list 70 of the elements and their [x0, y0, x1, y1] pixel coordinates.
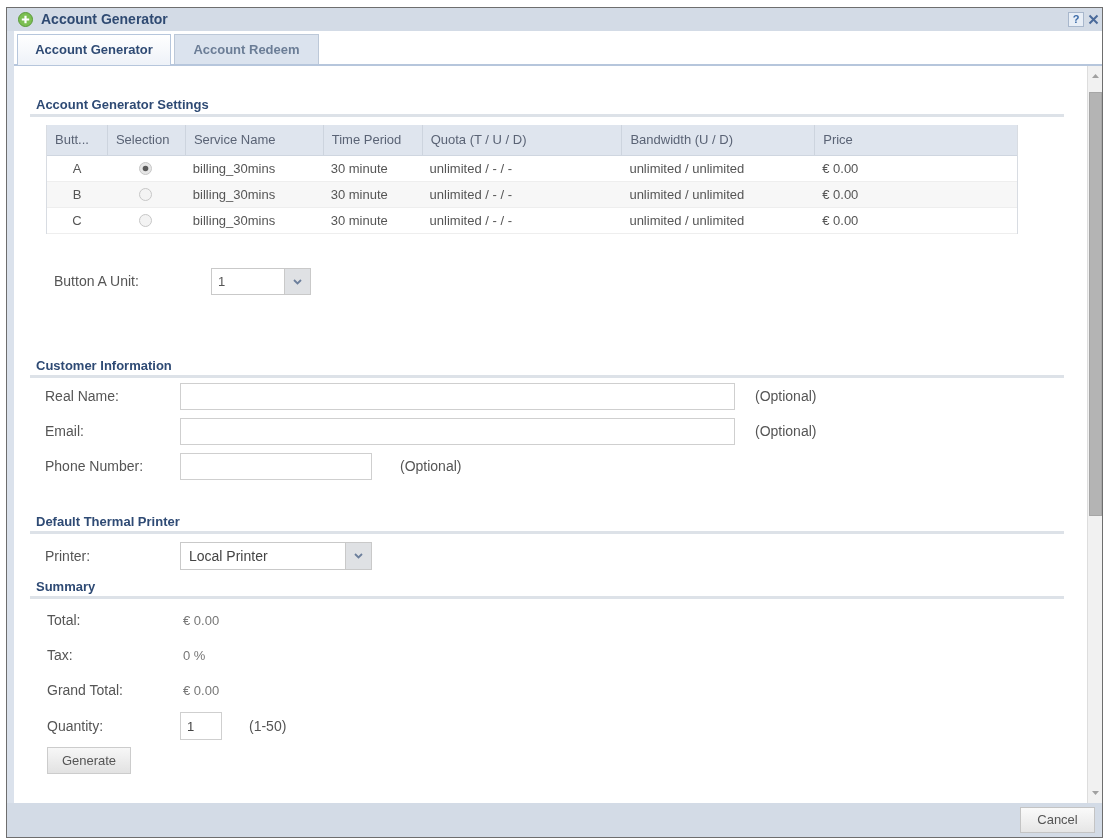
table-cell-text: 30 minute [330, 159, 388, 178]
table-cell-text: 30 minute [330, 211, 388, 230]
summary-label: Grand Total: [47, 681, 124, 700]
table-cell-text: unlimited / - / - [429, 159, 512, 178]
table-cell-text: unlimited / - / - [429, 211, 512, 230]
column-header[interactable]: Selection [106, 125, 185, 155]
dropdown-caret-button[interactable] [345, 543, 371, 569]
column-header[interactable]: Quota (T / U / D) [421, 125, 622, 155]
optional-note: (Optional) [755, 387, 817, 406]
table-cell-text: billing_30mins [192, 211, 276, 230]
summary-value: € 0.00 [183, 611, 220, 630]
text-field[interactable] [180, 453, 372, 480]
quantity-field[interactable]: 1 [180, 712, 222, 740]
field-label: Email: [45, 422, 85, 441]
scrollbar-thumb[interactable] [1088, 92, 1102, 516]
table-cell-text: € 0.00 [822, 211, 859, 230]
summary-label: Tax: [47, 646, 74, 665]
section-heading: Summary [36, 579, 96, 594]
field-label: Real Name: [45, 387, 120, 406]
section-heading: Account Generator Settings [36, 97, 209, 112]
radio-button[interactable] [139, 188, 153, 201]
radio-button[interactable] [139, 214, 153, 227]
field-label: Quantity: [47, 716, 105, 736]
add-circle-icon [18, 12, 33, 27]
chevron-down-icon [354, 553, 363, 559]
chevron-down-icon [293, 278, 302, 285]
table-cell-text: C [72, 211, 82, 230]
field-label: Button A Unit: [54, 272, 140, 291]
text-field[interactable] [180, 418, 735, 445]
table-cell-text: A [72, 159, 82, 178]
optional-note: (Optional) [755, 422, 817, 441]
field-label: Phone Number: [45, 457, 145, 476]
table-cell-text: billing_30mins [192, 159, 276, 178]
table-row[interactable]: B billing_30mins 30 minute unlimited / - / - unlimited / unlimited € 0.00 [47, 182, 1017, 208]
column-header[interactable]: Butt... [47, 125, 107, 155]
table-cell-text: unlimited / unlimited [629, 159, 745, 178]
table-cell-text: unlimited / unlimited [629, 211, 745, 230]
dropdown-caret-button[interactable] [284, 269, 310, 294]
text-field[interactable] [180, 383, 735, 410]
scrollbar-track[interactable] [1087, 66, 1102, 803]
summary-value: 0 % [183, 646, 206, 665]
table-cell-text: 30 minute [330, 185, 388, 204]
printer-select[interactable]: Local Printer [180, 542, 372, 570]
table-cell-text: unlimited / unlimited [629, 185, 745, 204]
table-cell-text: € 0.00 [822, 185, 859, 204]
optional-note: (Optional) [400, 457, 462, 476]
generate-button[interactable]: Generate [47, 747, 131, 774]
summary-value: € 0.00 [183, 681, 220, 700]
column-header[interactable]: Bandwidth (U / D) [621, 125, 815, 155]
radio-button[interactable] [139, 162, 153, 175]
help-button[interactable]: ? [1068, 12, 1084, 27]
range-hint: (1-50) [249, 716, 287, 736]
tab[interactable]: Account Generator [17, 34, 171, 65]
scroll-up-arrow-icon[interactable] [1091, 74, 1099, 78]
table-cell-text: B [72, 185, 82, 204]
section-heading: Default Thermal Printer [36, 514, 180, 529]
section-heading: Customer Information [36, 358, 172, 373]
cancel-button[interactable]: Cancel [1020, 807, 1095, 833]
scroll-down-arrow-icon[interactable] [1091, 791, 1099, 795]
column-header[interactable]: Service Name [184, 125, 323, 155]
column-header[interactable]: Price [814, 125, 1017, 155]
column-header[interactable]: Time Period [322, 125, 422, 155]
window-title: Account Generator [41, 10, 168, 29]
table-cell-text: unlimited / - / - [429, 185, 512, 204]
table-cell-text: € 0.00 [822, 159, 859, 178]
table-cell-text: billing_30mins [192, 185, 276, 204]
close-icon[interactable] [1088, 14, 1099, 25]
field-label: Printer: [45, 546, 92, 566]
summary-label: Total: [47, 611, 82, 630]
unit-select[interactable]: 1 [211, 268, 311, 295]
